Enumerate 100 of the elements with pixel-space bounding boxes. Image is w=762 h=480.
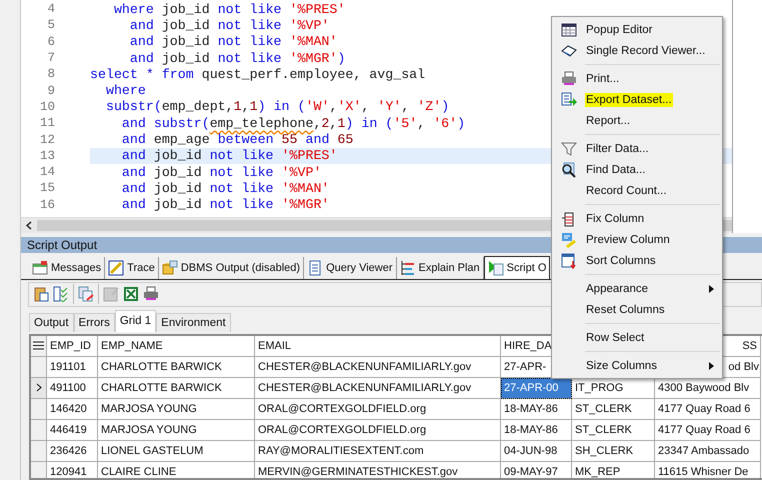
- table-icon: [560, 252, 576, 268]
- table-cell: CHESTER@BLACKENUNFAMILIARLY.gov: [255, 356, 501, 378]
- document-icon: [307, 260, 324, 276]
- database-icon: [162, 260, 178, 276]
- code-line: where: [104, 83, 146, 98]
- menu-item[interactable]: Popup Editor: [585, 22, 654, 36]
- code-line: where job_id not like '%PRES': [112, 2, 346, 17]
- table-cell: LIONEL GASTELUM: [98, 440, 255, 462]
- table-cell: SH_CLERK: [572, 440, 655, 462]
- code-line: and job_id not like '%MAN': [120, 180, 330, 196]
- line-number: 14: [38, 165, 56, 180]
- save-icon: [103, 286, 119, 302]
- row-pointer-icon: [36, 383, 42, 392]
- grid-view-tab[interactable]: Output: [29, 312, 74, 332]
- grid-window-icon: [560, 22, 576, 38]
- table-cell: 491100: [47, 378, 98, 399]
- code-line: and substr(emp_telephone,2,1) in ('5', '6'): [120, 116, 466, 131]
- table-cell: MARJOSA YOUNG: [98, 420, 255, 441]
- printer-icon: [143, 286, 159, 302]
- printer-icon: [560, 70, 576, 86]
- line-number: 16: [38, 198, 56, 212]
- table-cell: 146420: [47, 398, 98, 420]
- grid-view-tab[interactable]: Grid 1: [114, 310, 156, 332]
- line-number: 15: [38, 181, 56, 196]
- table-cell: 27-APR-00: [501, 378, 572, 399]
- export-icon: [560, 92, 576, 108]
- run-script-icon: [488, 260, 504, 276]
- book-icon: [560, 42, 576, 58]
- code-line: and job_id not like '%PRES': [120, 148, 338, 164]
- table-cell: 18-MAY-86: [501, 398, 572, 420]
- menu-item[interactable]: Record Count...: [585, 184, 668, 198]
- line-number: 4: [46, 2, 56, 16]
- menu-item[interactable]: Reset Columns: [585, 302, 666, 316]
- code-line: and job_id not like '%VP': [128, 18, 330, 33]
- table-cell: 4177 Quay Road 6: [655, 398, 761, 420]
- pencil-icon: [108, 260, 124, 276]
- menu-item[interactable]: Report...: [585, 114, 632, 128]
- line-number: 13: [38, 148, 56, 163]
- menu-item[interactable]: Appearance: [585, 282, 650, 296]
- script-output-tab[interactable]: Script O: [484, 256, 550, 279]
- table-cell: ORAL@CORTEXGOLDFIELD.org: [255, 420, 501, 441]
- line-number: 11: [38, 116, 56, 130]
- code-line: and job_id not like '%VP': [120, 164, 322, 180]
- menu-item[interactable]: Find Data...: [585, 162, 646, 176]
- table-cell: IT_PROG: [572, 378, 655, 399]
- table-cell: 4300 Baywood Blv: [655, 378, 761, 399]
- dbms-output-tab[interactable]: DBMS Output (disabled): [158, 256, 304, 279]
- table-cell: 23347 Ambassado: [655, 440, 761, 462]
- table-cell: 191101: [47, 356, 98, 378]
- pencil-icon: [560, 232, 576, 248]
- table-cell: 09-MAY-97: [501, 462, 572, 478]
- code-line: and job_id not like '%MGR'): [128, 50, 346, 66]
- table-cell: CHARLOTTE BARWICK: [98, 356, 255, 378]
- table-cell: 446419: [47, 420, 98, 441]
- row-header[interactable]: [31, 378, 47, 399]
- code-line: and emp_age between 55 and 65: [120, 132, 354, 148]
- menu-item[interactable]: Fix Column: [585, 212, 646, 226]
- table-cell: ST_CLERK: [572, 420, 655, 441]
- line-number: 7: [46, 51, 56, 66]
- table-cell: ORAL@CORTEXGOLDFIELD.org: [255, 398, 501, 420]
- code-line: and job_id not like '%MAN': [128, 34, 338, 50]
- menu-item[interactable]: Single Record Viewer...: [585, 44, 706, 58]
- menu-item[interactable]: Filter Data...: [585, 142, 650, 156]
- menu-item[interactable]: Export Dataset...: [585, 92, 673, 106]
- line-number: 6: [46, 34, 56, 49]
- menu-item[interactable]: Sort Columns: [585, 254, 657, 268]
- messages-tab[interactable]: Messages: [29, 256, 106, 279]
- table-cell: RAY@MORALITIESEXTENT.com: [255, 440, 501, 462]
- menu-item[interactable]: Size Columns: [585, 358, 658, 372]
- tree-icon: [400, 260, 416, 276]
- line-number: 8: [46, 67, 56, 82]
- line-number: 12: [38, 132, 56, 147]
- clipboard-icon: [33, 286, 49, 302]
- spreadsheet-icon: [123, 286, 139, 302]
- line-number: 9: [46, 84, 56, 98]
- grid-view-tab[interactable]: Errors: [74, 312, 115, 332]
- column-icon: [560, 210, 576, 226]
- funnel-icon: [560, 140, 576, 156]
- table-cell: CHARLOTTE BARWICK: [98, 378, 255, 399]
- magnifier-icon: [560, 162, 576, 178]
- menu-item[interactable]: Row Select: [585, 330, 646, 344]
- line-number: 5: [46, 18, 56, 32]
- checklist-icon: [53, 286, 69, 302]
- code-line: and job_id not like '%MGR': [120, 197, 330, 212]
- messages-icon: [32, 260, 48, 276]
- list-icon: [33, 341, 44, 350]
- table-cell: CHESTER@BLACKENUNFAMILIARLY.gov: [255, 378, 501, 399]
- query-viewer-tab[interactable]: Query Viewer: [304, 256, 397, 279]
- copy-icon: [78, 286, 94, 302]
- table-cell: MARJOSA YOUNG: [98, 398, 255, 420]
- select-all-button[interactable]: [31, 336, 47, 357]
- table-cell: 18-MAY-86: [501, 420, 572, 441]
- code-line: select * from quest_perf.employee, avg_sal: [90, 66, 426, 82]
- table-cell: 236426: [47, 440, 98, 462]
- table-cell: ST_CLERK: [572, 398, 655, 420]
- table-cell: 4177 Quay Road 6: [655, 420, 761, 441]
- grid-view-tab[interactable]: Environment: [156, 312, 231, 332]
- menu-item[interactable]: Print...: [585, 72, 620, 86]
- trace-tab[interactable]: Trace: [105, 256, 159, 279]
- line-number: 10: [38, 100, 56, 114]
